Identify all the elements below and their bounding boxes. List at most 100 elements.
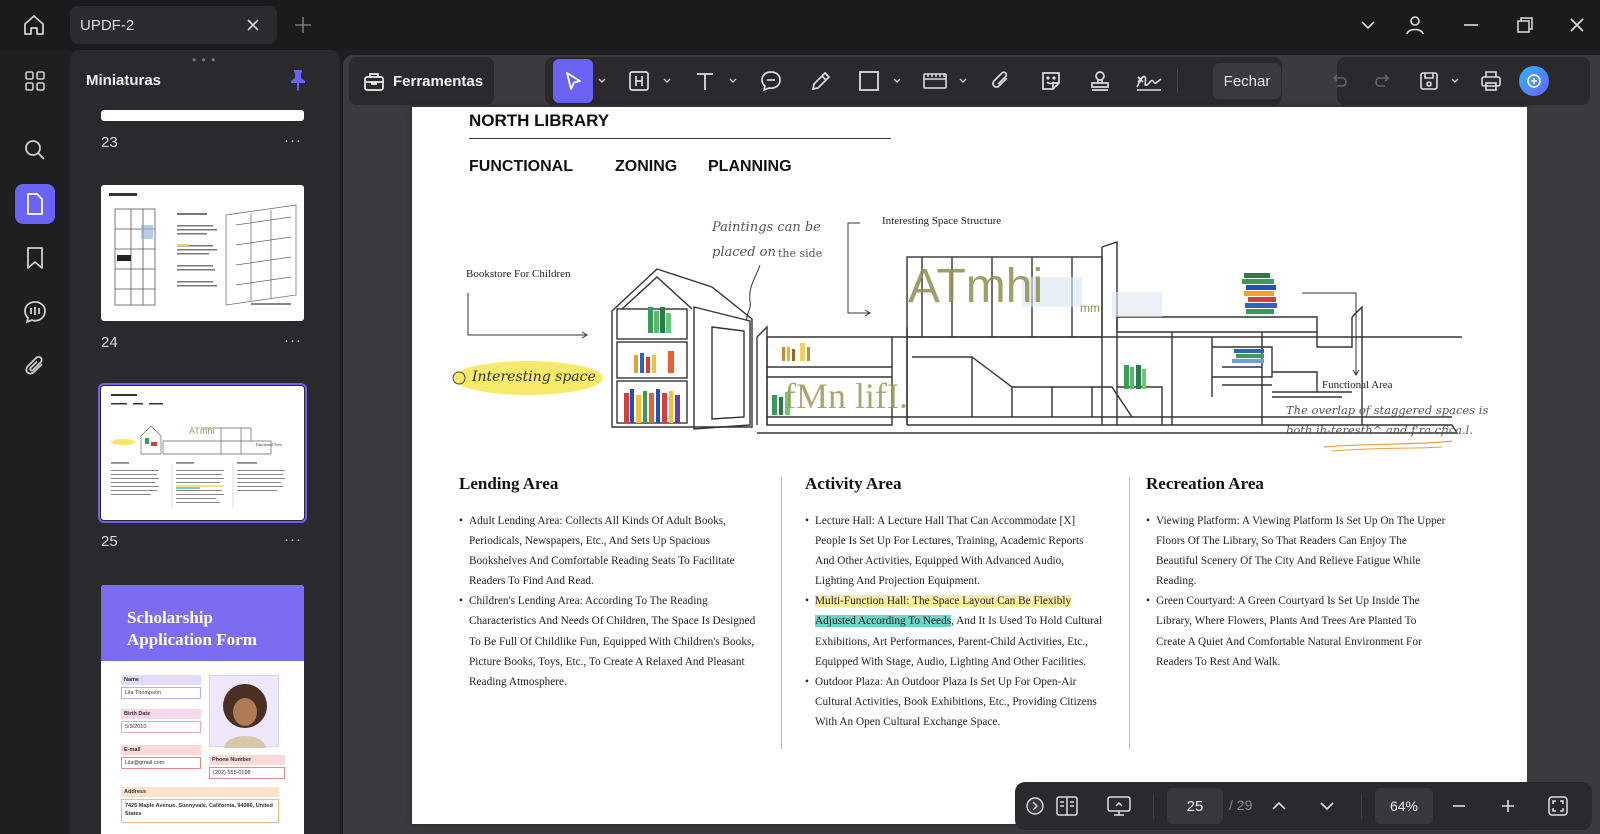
collapse-nav-icon[interactable]: [1025, 790, 1045, 822]
thumbnail-page-24[interactable]: [101, 185, 304, 321]
tools-button[interactable]: Ferramentas: [349, 57, 494, 105]
list-item: Lecture Hall: A Lecture Hall That Can Ac…: [805, 511, 1105, 591]
highlighted-text[interactable]: Adjusted According To Needs: [815, 615, 952, 628]
lending-list: Adult Lending Area: Collects All Kinds O…: [459, 511, 759, 692]
pin-icon[interactable]: [288, 68, 308, 92]
page-heading: NORTH LIBRARY: [469, 111, 610, 130]
attachment-icon[interactable]: [15, 346, 55, 386]
overlap-note-line1: The overlap of staggered spaces is: [1286, 403, 1489, 417]
viewport-margin: [1527, 107, 1600, 834]
left-rail: [0, 50, 70, 834]
zoom-level[interactable]: 64%: [1375, 788, 1433, 824]
list-item: Adult Lending Area: Collects All Kinds O…: [459, 511, 759, 591]
page-number-input[interactable]: 25: [1167, 788, 1223, 824]
comment-tool-icon[interactable]: [755, 65, 787, 97]
thumbnail-page-25[interactable]: ATmhi Functional Area: [98, 383, 307, 523]
highlighted-text[interactable]: Multi-Function Hall: The Space Layout Ca…: [815, 595, 1072, 608]
ai-assistant-icon[interactable]: [1519, 66, 1549, 96]
form-label: E-mail: [121, 745, 201, 755]
document-tab[interactable]: UPDF-2: [70, 6, 277, 44]
user-account-icon[interactable]: [1402, 12, 1428, 38]
chevron-down-icon[interactable]: [1451, 77, 1459, 85]
thumbnail-page-26[interactable]: Scholarship Application Form Name Lila T…: [101, 585, 304, 834]
zoom-in-icon[interactable]: [1492, 790, 1524, 822]
comments-icon[interactable]: [15, 292, 55, 332]
two-page-view-icon[interactable]: [1051, 790, 1083, 822]
form-value: 5/9/2010: [121, 721, 201, 733]
more-options-icon[interactable]: ···: [284, 332, 302, 349]
form-value: (202) 555-0198: [209, 767, 285, 779]
pencil-tool-icon[interactable]: [805, 65, 837, 97]
form-label: Phone Number: [209, 755, 285, 765]
heading-rule: [469, 138, 891, 139]
divider: [1153, 794, 1154, 818]
chevron-down-icon[interactable]: [729, 77, 737, 85]
thumbnail-page-23[interactable]: [101, 110, 304, 121]
restore-icon[interactable]: [1512, 12, 1538, 38]
highlight-tool-icon[interactable]: [623, 65, 655, 97]
chevron-down-icon[interactable]: [1355, 12, 1381, 38]
svg-text:Functional Area: Functional Area: [256, 442, 282, 447]
column-divider: [1129, 477, 1130, 749]
form-label: Name: [121, 675, 201, 685]
new-tab-icon[interactable]: [292, 14, 314, 36]
previous-page-icon[interactable]: [1263, 790, 1295, 822]
ocr-artifact-text: fMn lifI.: [784, 376, 908, 416]
subheading-functional: FUNCTIONAL: [469, 158, 573, 175]
close-window-icon[interactable]: [1564, 12, 1590, 38]
zoom-out-icon[interactable]: [1443, 790, 1475, 822]
search-icon[interactable]: [15, 130, 55, 170]
undo-icon[interactable]: [1323, 65, 1355, 97]
redo-icon[interactable]: [1367, 65, 1399, 97]
page-navigation-bar: 25 / 29 64%: [1015, 782, 1592, 830]
signature-tool-icon[interactable]: [1133, 65, 1165, 97]
page-number-label: 23: [101, 134, 118, 151]
toolbox-icon: [364, 73, 384, 91]
select-tool-icon[interactable]: [553, 59, 593, 103]
list-item: Children's Lending Area: According To Th…: [459, 591, 759, 691]
annotation-toolbar: Fechar: [545, 57, 1282, 105]
section-title-recreation: Recreation Area: [1146, 474, 1264, 493]
document-actions-toolbar: [1332, 57, 1590, 105]
more-options-icon[interactable]: ···: [284, 531, 302, 548]
address-field: Address 7425 Maple Avenue, Sunnyvale, Ca…: [121, 787, 279, 825]
thumbnails-icon[interactable]: [15, 184, 55, 224]
save-icon[interactable]: [1413, 65, 1445, 97]
section-title-lending: Lending Area: [459, 474, 559, 493]
bookmark-icon[interactable]: [15, 238, 55, 278]
presentation-icon[interactable]: [1103, 790, 1135, 822]
sticker-tool-icon[interactable]: [1035, 65, 1067, 97]
shape-tool-icon[interactable]: [853, 65, 885, 97]
attach-file-icon[interactable]: [985, 65, 1017, 97]
measure-tool-icon[interactable]: [919, 65, 951, 97]
grid-view-icon[interactable]: [15, 61, 55, 101]
pdf-page[interactable]: NORTH LIBRARY FUNCTIONAL ZONING PLANNING: [412, 107, 1527, 824]
chevron-down-icon[interactable]: [893, 77, 901, 85]
stamp-tool-icon[interactable]: [1084, 65, 1116, 97]
svg-text:ATmhi: ATmhi: [189, 426, 214, 436]
print-icon[interactable]: [1475, 65, 1507, 97]
fit-page-icon[interactable]: [1542, 790, 1574, 822]
close-tools-button[interactable]: Fechar: [1213, 63, 1281, 99]
text-tool-icon[interactable]: [689, 65, 721, 97]
form-value: 7425 Maple Avenue, Sunnyvale, California…: [121, 799, 279, 823]
divider: [1177, 69, 1178, 93]
panel-grip[interactable]: • • •: [192, 53, 216, 67]
list-item: Outdoor Plaza: An Outdoor Plaza Is Set U…: [805, 672, 1105, 732]
tab-title: UPDF-2: [80, 16, 135, 34]
activity-list: Lecture Hall: A Lecture Hall That Can Ac…: [805, 511, 1105, 732]
chevron-down-icon[interactable]: [959, 77, 967, 85]
home-icon[interactable]: [18, 10, 50, 40]
next-page-icon[interactable]: [1311, 790, 1343, 822]
recreation-list: Viewing Platform: A Viewing Platform Is …: [1146, 511, 1446, 672]
form-title-line1: Scholarship: [127, 608, 213, 627]
minimize-icon[interactable]: [1458, 12, 1484, 38]
functional-area-label: Functional Area: [1322, 379, 1393, 391]
chevron-down-icon[interactable]: [598, 77, 606, 85]
chevron-down-icon[interactable]: [663, 77, 671, 85]
form-title-line2: Application Form: [127, 630, 257, 649]
panel-title: Miniaturas: [86, 72, 162, 89]
total-pages: / 29: [1229, 797, 1253, 813]
more-options-icon[interactable]: ···: [284, 132, 302, 149]
close-tab-icon[interactable]: [243, 15, 263, 35]
